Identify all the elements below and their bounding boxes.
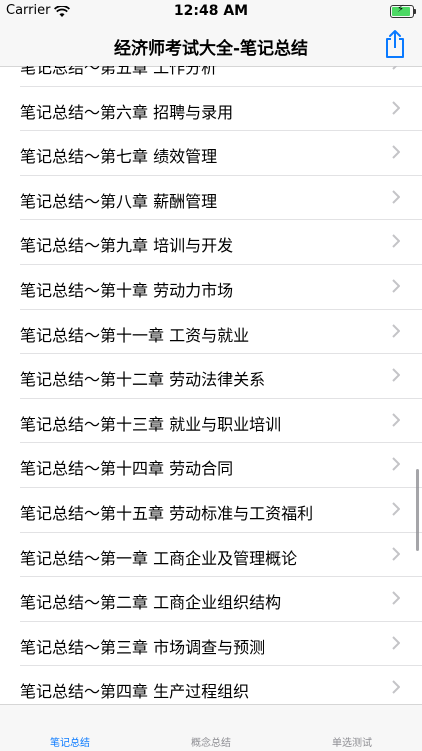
- list-item[interactable]: 笔记总结～第一章 工商企业及管理概论: [20, 533, 422, 578]
- list-item-label: 笔记总结～第六章 招聘与录用: [20, 102, 234, 122]
- page-title: 经济师考试大全-笔记总结: [113, 39, 309, 59]
- chevron-right-icon: [392, 279, 400, 293]
- list-item-label: 笔记总结～第二章 工商企业组织结构: [20, 593, 282, 613]
- chevron-right-icon: [392, 234, 400, 249]
- clock: 12:48 AM: [173, 3, 249, 19]
- list-item-label: 笔记总结～第十三章 就业与职业培训: [20, 414, 282, 434]
- list-item[interactable]: 笔记总结～第六章 招聘与录用: [20, 87, 422, 132]
- share-button[interactable]: [382, 28, 408, 60]
- list-item-label: 笔记总结～第七章 绩效管理: [20, 147, 218, 167]
- chevron-right-icon: [392, 145, 400, 159]
- navigation-bar: 经济师考试大全-笔记总结: [0, 24, 422, 67]
- list-item-label: 笔记总结～第十一章 工资与就业: [20, 325, 250, 345]
- list-item[interactable]: 笔记总结～第五章 工作分析: [20, 66, 422, 87]
- chevron-right-icon: [392, 591, 400, 605]
- chevron-right-icon: [392, 100, 400, 115]
- tab-concept-summary[interactable]: 概念总结: [141, 734, 281, 749]
- charging-icon: ⚡: [397, 4, 405, 15]
- tab-single-choice-test[interactable]: 单选测试: [282, 734, 422, 749]
- list-item-label: 笔记总结～第十四章 劳动合同: [20, 459, 234, 479]
- chevron-right-icon: [392, 636, 400, 650]
- list-item[interactable]: 笔记总结～第十五章 劳动标准与工资福利: [20, 488, 422, 533]
- list-item[interactable]: 笔记总结～第七章 绩效管理: [20, 131, 422, 176]
- list-item[interactable]: 笔记总结～第三章 市场调查与预测: [20, 622, 422, 667]
- list-item[interactable]: 笔记总结～第十一章 工资与就业: [20, 310, 422, 355]
- chevron-right-icon: [392, 502, 400, 516]
- share-icon: [386, 30, 404, 58]
- chevron-right-icon: [392, 413, 400, 427]
- list-item-label: 笔记总结～第三章 市场调查与预测: [20, 637, 266, 657]
- list-item-label: 笔记总结～第九章 培训与开发: [20, 236, 234, 256]
- list-item-label: 笔记总结～第一章 工商企业及管理概论: [20, 548, 298, 568]
- list-item[interactable]: 笔记总结～第十四章 劳动合同: [20, 443, 422, 488]
- battery-icon: ⚡: [390, 4, 416, 18]
- chevron-right-icon: [392, 66, 398, 70]
- chevron-right-icon: [392, 368, 400, 382]
- list-item[interactable]: 笔记总结～第十二章 劳动法律关系: [20, 354, 422, 399]
- scrollbar[interactable]: [416, 469, 419, 551]
- list-item[interactable]: 笔记总结～第十三章 就业与职业培训: [20, 399, 422, 444]
- list-item[interactable]: 笔记总结～第九章 培训与开发: [20, 220, 422, 265]
- list-item-label: 笔记总结～第十章 劳动力市场: [20, 280, 234, 300]
- chevron-right-icon: [392, 457, 400, 472]
- list-item-label: 笔记总结～第十二章 劳动法律关系: [20, 370, 266, 390]
- list-item[interactable]: 笔记总结～第八章 薪酬管理: [20, 176, 422, 221]
- tab-notes-summary[interactable]: 笔记总结: [0, 734, 140, 749]
- chevron-right-icon: [392, 680, 400, 695]
- tab-bar: 笔记总结 概念总结 单选测试: [0, 704, 422, 751]
- chevron-right-icon: [392, 323, 400, 338]
- chevron-right-icon: [392, 546, 400, 561]
- list-item-label: 笔记总结～第八章 薪酬管理: [20, 191, 218, 211]
- list-item-label: 笔记总结～第五章 工作分析: [20, 66, 218, 77]
- status-bar: Carrier 12:48 AM ⚡: [0, 0, 422, 24]
- notes-list[interactable]: 笔记总结～第五章 工作分析 笔记总结～第六章 招聘与录用 笔记总结～第七章 绩效…: [0, 66, 422, 704]
- list-item[interactable]: 笔记总结～第二章 工商企业组织结构: [20, 577, 422, 622]
- list-item[interactable]: 笔记总结～第四章 生产过程组织: [20, 666, 422, 704]
- list-item-label: 笔记总结～第十五章 劳动标准与工资福利: [20, 503, 314, 523]
- list-item-label: 笔记总结～第四章 生产过程组织: [20, 682, 250, 702]
- chevron-right-icon: [392, 190, 400, 204]
- list-item[interactable]: 笔记总结～第十章 劳动力市场: [20, 265, 422, 310]
